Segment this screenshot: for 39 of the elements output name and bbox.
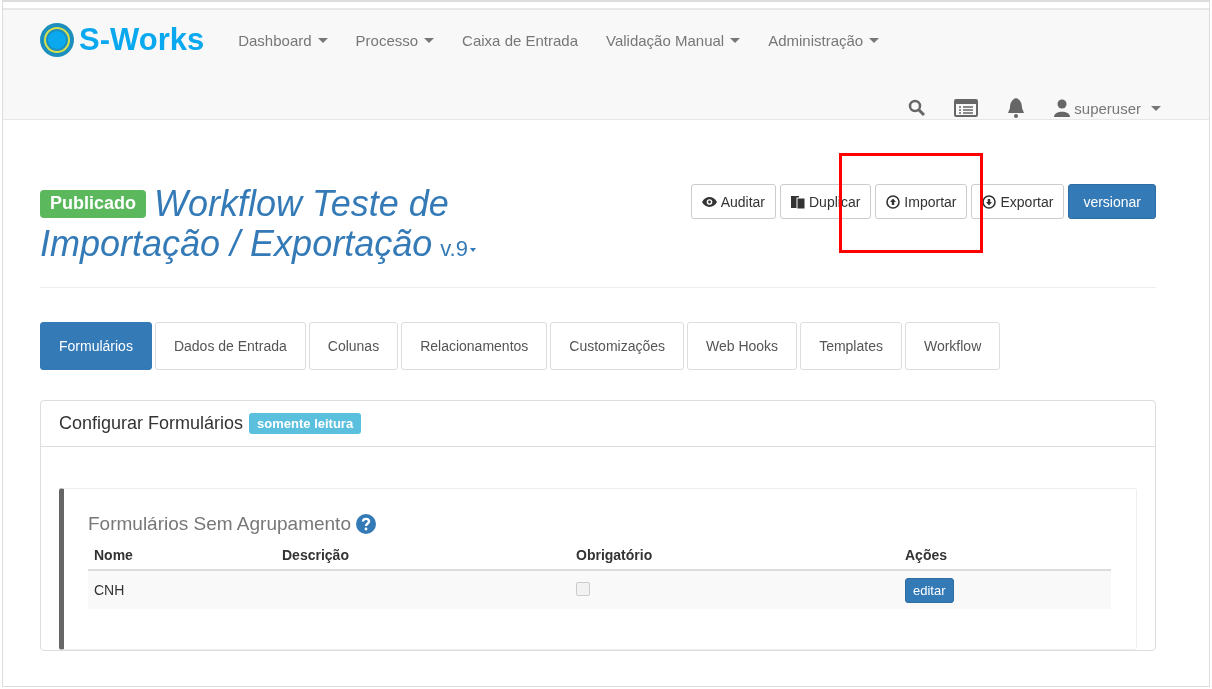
status-badge: Publicado (40, 189, 146, 218)
user-menu[interactable]: superuser (1054, 99, 1161, 117)
list-icon[interactable] (954, 99, 979, 117)
page-title: Workflow Teste de (154, 184, 449, 224)
group-title: Formulários Sem Agrupamento (88, 513, 351, 536)
nav-menu-item[interactable]: Dashboard (224, 31, 342, 49)
user-name: superuser (1074, 99, 1141, 117)
bell-icon[interactable] (1006, 97, 1027, 119)
tab[interactable]: Dados de Entrada (154, 322, 306, 371)
eye-icon (701, 195, 717, 208)
nav-menu-item[interactable]: Validação Manual (592, 31, 755, 49)
action-button[interactable]: Auditar (690, 184, 776, 219)
version-dropdown[interactable]: v.9 (440, 236, 476, 261)
nav-menu-item[interactable]: Processo (341, 31, 449, 49)
tab[interactable]: Formulários (40, 322, 152, 371)
nav-menu-item[interactable]: Administração (754, 31, 894, 49)
tab[interactable]: Workflow (904, 322, 1001, 371)
copy-icon (791, 194, 805, 209)
action-button[interactable]: versionar (1068, 184, 1156, 219)
up-arrow-circle-icon (886, 194, 901, 209)
panel-title: Configurar Formulários (59, 413, 244, 435)
tab[interactable]: Relacionamentos (401, 322, 548, 371)
action-button[interactable]: Importar (875, 184, 968, 219)
tab[interactable]: Customizações (550, 322, 684, 371)
search-icon[interactable] (908, 99, 927, 117)
help-icon[interactable] (355, 514, 376, 535)
logo-icon (39, 22, 75, 58)
tab[interactable]: Web Hooks (687, 322, 798, 371)
nav-menu-item[interactable]: Caixa de Entrada (448, 31, 592, 49)
read-only-badge: somente leitura (249, 413, 362, 435)
tab[interactable]: Templates (800, 322, 902, 371)
table-cell: CNH (88, 570, 276, 610)
required-checkbox[interactable] (576, 581, 590, 596)
tab[interactable]: Colunas (308, 322, 399, 371)
down-arrow-circle-icon (982, 194, 997, 209)
page-title: Importação / Exportação (40, 223, 433, 264)
edit-button[interactable]: editar (905, 577, 954, 603)
user-icon (1054, 99, 1071, 117)
action-button[interactable]: Exportar (971, 184, 1065, 219)
